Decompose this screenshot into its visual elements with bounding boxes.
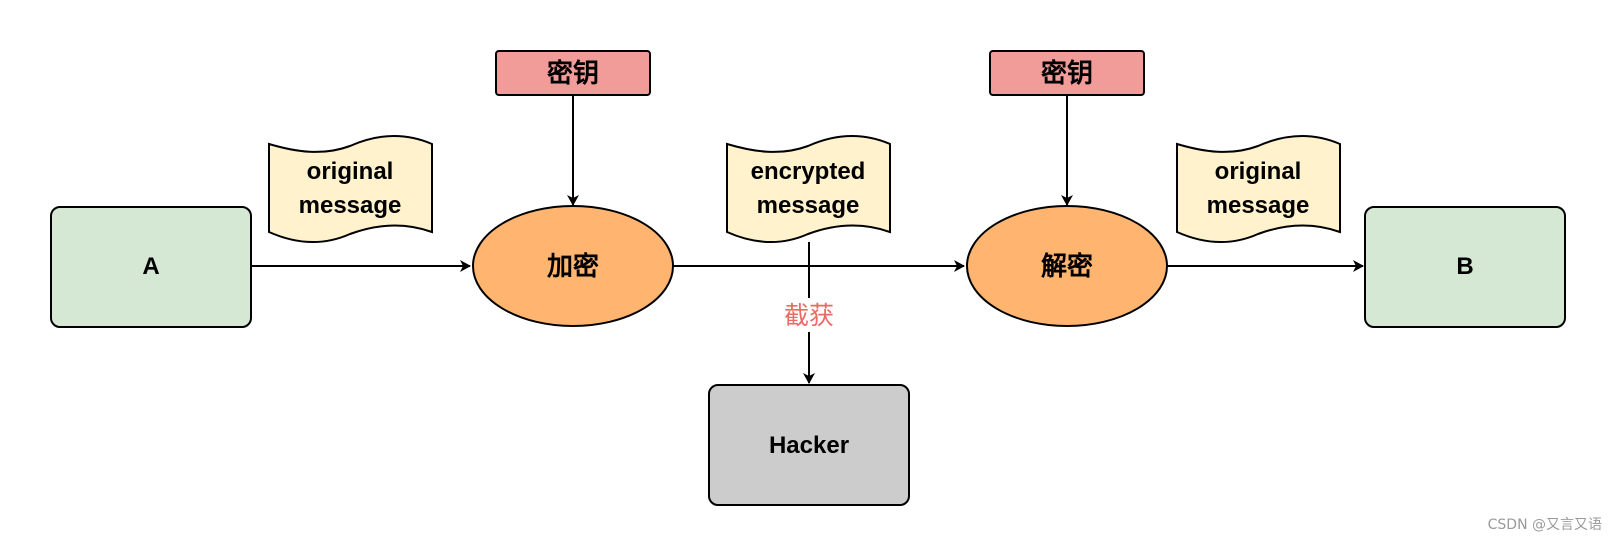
decrypt-key-node[interactable]: 密钥: [989, 50, 1145, 96]
ciphertext-message[interactable]: encrypted message: [726, 135, 891, 243]
message-line-2: message: [299, 192, 402, 219]
decrypt-key-label: 密钥: [1041, 58, 1093, 88]
message-line-2: message: [1207, 192, 1310, 219]
message-line-1: original: [1215, 158, 1302, 185]
decrypt-process-node[interactable]: 解密: [966, 205, 1168, 327]
intercept-label: 截获: [784, 301, 834, 330]
plaintext-out-message[interactable]: original message: [1176, 135, 1341, 243]
hacker-label: Hacker: [769, 432, 849, 459]
message-line-2: message: [757, 192, 860, 219]
sender-label: A: [142, 253, 159, 280]
encryption-diagram: A B 加密 解密 密钥 密钥 original message encrypt…: [50, 50, 1566, 506]
receiver-label: B: [1456, 253, 1473, 280]
watermark: CSDN @又言又语: [1487, 517, 1602, 533]
encrypt-key-node[interactable]: 密钥: [495, 50, 651, 96]
encrypt-key-label: 密钥: [547, 58, 599, 88]
sender-node-a[interactable]: A: [50, 206, 252, 328]
decrypt-label: 解密: [1041, 251, 1093, 281]
message-line-1: encrypted: [751, 158, 866, 185]
encrypt-process-node[interactable]: 加密: [472, 205, 674, 327]
encrypt-label: 加密: [547, 251, 599, 281]
receiver-node-b[interactable]: B: [1364, 206, 1566, 328]
hacker-node[interactable]: Hacker: [708, 384, 910, 506]
plaintext-in-message[interactable]: original message: [268, 135, 433, 243]
message-line-1: original: [307, 158, 394, 185]
